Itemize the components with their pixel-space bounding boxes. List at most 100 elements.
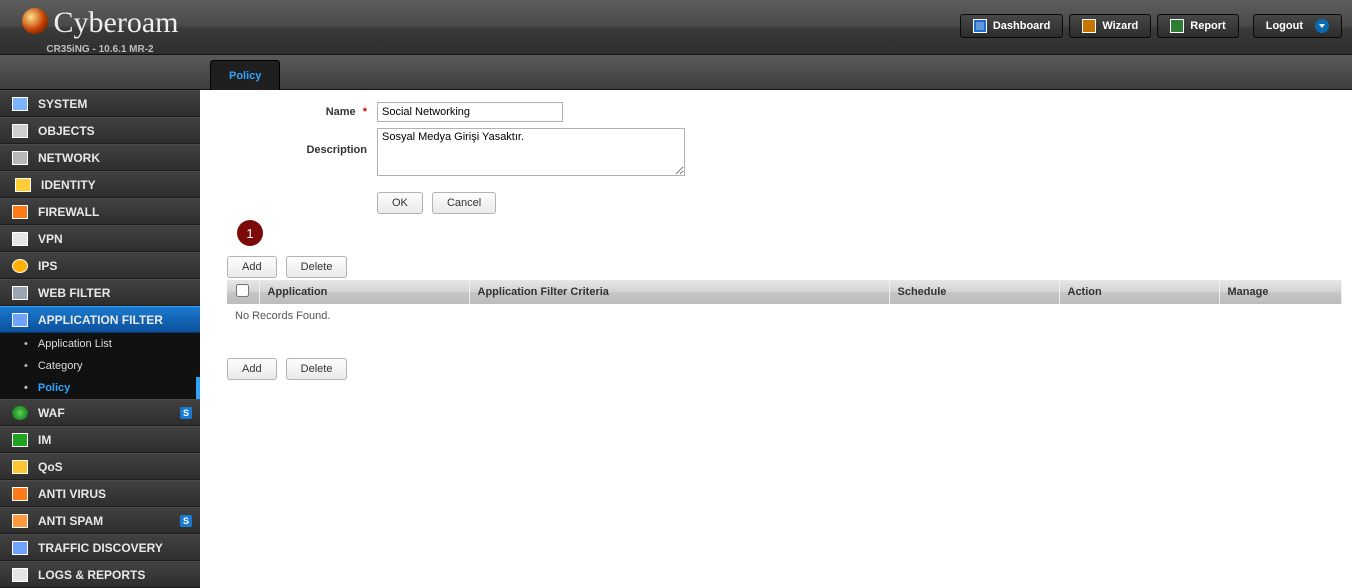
col-action[interactable]: Action <box>1059 280 1219 304</box>
callout-1: 1 <box>237 220 263 246</box>
report-button[interactable]: Report <box>1157 14 1238 38</box>
tab-strip: Policy <box>0 55 1352 90</box>
status-badge: S <box>180 515 192 527</box>
report-label: Report <box>1190 20 1225 32</box>
sub-label: Application List <box>38 338 112 350</box>
sidebar-item-webfilter[interactable]: WEB FILTER <box>0 279 200 306</box>
sub-item-category[interactable]: Category <box>0 355 200 377</box>
swirl-icon <box>22 8 48 34</box>
webfilter-icon <box>12 286 28 300</box>
sidebar-item-trafficdiscovery[interactable]: TRAFFIC DISCOVERY <box>0 534 200 561</box>
sidebar-item-objects[interactable]: OBJECTS <box>0 117 200 144</box>
records-table: Application Application Filter Criteria … <box>227 280 1342 328</box>
dashboard-label: Dashboard <box>993 20 1050 32</box>
top-bar: Cyberoam CR35iNG - 10.6.1 MR-2 Dashboard… <box>0 0 1352 55</box>
objects-icon <box>12 124 28 138</box>
sub-label: Policy <box>38 382 70 394</box>
sub-item-policy[interactable]: Policy <box>0 377 200 399</box>
sidebar-item-firewall[interactable]: FIREWALL <box>0 198 200 225</box>
main-content: Name * Description OK Cancel 1 Add Delet… <box>209 90 1352 400</box>
name-input[interactable] <box>377 102 563 122</box>
description-textarea[interactable] <box>377 128 685 176</box>
table-top-actions: Add Delete <box>227 256 1342 278</box>
ok-button[interactable]: OK <box>377 192 423 214</box>
col-select-all <box>227 280 259 304</box>
waf-icon <box>12 406 28 420</box>
sidebar-label: APPLICATION FILTER <box>38 313 163 327</box>
table-bottom-actions: Add Delete <box>227 358 1342 380</box>
col-criteria[interactable]: Application Filter Criteria <box>469 280 889 304</box>
sidebar-label: IM <box>38 433 51 447</box>
sub-item-application-list[interactable]: Application List <box>0 333 200 355</box>
appfilter-submenu: Application List Category Policy <box>0 333 200 399</box>
description-label: Description <box>227 128 377 176</box>
logout-button[interactable]: Logout <box>1253 14 1342 38</box>
sub-label: Category <box>38 360 83 372</box>
network-icon <box>12 151 28 165</box>
cancel-button[interactable]: Cancel <box>432 192 496 214</box>
wizard-button[interactable]: Wizard <box>1069 14 1151 38</box>
vpn-icon <box>12 232 28 246</box>
required-asterisk: * <box>363 106 367 118</box>
form-row-description: Description <box>227 128 1342 176</box>
form-row-name: Name * <box>227 102 1342 122</box>
col-manage[interactable]: Manage <box>1219 280 1342 304</box>
sidebar-item-antispam[interactable]: ANTI SPAM S <box>0 507 200 534</box>
im-icon <box>12 433 28 447</box>
antivirus-icon <box>12 487 28 501</box>
col-schedule[interactable]: Schedule <box>889 280 1059 304</box>
name-label: Name * <box>227 102 377 122</box>
sidebar-label: FIREWALL <box>38 205 99 219</box>
sidebar-item-waf[interactable]: WAF S <box>0 399 200 426</box>
status-badge: S <box>180 407 192 419</box>
sidebar-label: VPN <box>38 232 63 246</box>
wizard-label: Wizard <box>1102 20 1138 32</box>
sidebar-item-network[interactable]: NETWORK <box>0 144 200 171</box>
form-actions: OK Cancel <box>377 192 1342 214</box>
logout-label: Logout <box>1266 20 1303 32</box>
brand-block: Cyberoam CR35iNG - 10.6.1 MR-2 <box>0 0 200 55</box>
report-icon <box>1170 19 1184 33</box>
dashboard-button[interactable]: Dashboard <box>960 14 1063 38</box>
sidebar-label: ANTI SPAM <box>38 514 103 528</box>
trafficdiscovery-icon <box>12 541 28 555</box>
system-icon <box>12 97 28 111</box>
tab-policy[interactable]: Policy <box>210 60 280 90</box>
add-button-bottom[interactable]: Add <box>227 358 277 380</box>
name-label-text: Name <box>326 106 356 118</box>
sidebar-label: QoS <box>38 460 63 474</box>
firewall-icon <box>12 205 28 219</box>
sidebar-label: TRAFFIC DISCOVERY <box>38 541 163 555</box>
sidebar-label: IDENTITY <box>41 178 96 192</box>
sidebar-label: WAF <box>38 406 65 420</box>
sidebar-label: ANTI VIRUS <box>38 487 106 501</box>
sidebar-item-vpn[interactable]: VPN <box>0 225 200 252</box>
sidebar-item-antivirus[interactable]: ANTI VIRUS <box>0 480 200 507</box>
sidebar-item-ips[interactable]: IPS <box>0 252 200 279</box>
ips-icon <box>12 259 28 273</box>
wizard-icon <box>1082 19 1096 33</box>
sidebar-label: WEB FILTER <box>38 286 110 300</box>
qos-icon <box>12 460 28 474</box>
sidebar-label: IPS <box>38 259 57 273</box>
sidebar: SYSTEM OBJECTS NETWORK IDENTITY FIREWALL… <box>0 90 200 588</box>
col-application[interactable]: Application <box>259 280 469 304</box>
sidebar-label: OBJECTS <box>38 124 95 138</box>
chevron-down-icon <box>1315 19 1329 33</box>
sidebar-item-appfilter[interactable]: APPLICATION FILTER <box>0 306 200 333</box>
sidebar-label: LOGS & REPORTS <box>38 568 145 582</box>
sidebar-item-im[interactable]: IM <box>0 426 200 453</box>
sidebar-label: NETWORK <box>38 151 100 165</box>
sidebar-item-identity[interactable]: IDENTITY <box>0 171 200 198</box>
sidebar-item-qos[interactable]: QoS <box>0 453 200 480</box>
appfilter-icon <box>12 313 28 327</box>
select-all-checkbox[interactable] <box>236 284 249 297</box>
delete-button[interactable]: Delete <box>286 256 348 278</box>
dashboard-icon <box>973 19 987 33</box>
identity-icon <box>15 178 31 192</box>
sidebar-label: SYSTEM <box>38 97 87 111</box>
delete-button-bottom[interactable]: Delete <box>286 358 348 380</box>
brand-logo: Cyberoam <box>22 6 179 40</box>
add-button[interactable]: Add <box>227 256 277 278</box>
sidebar-item-system[interactable]: SYSTEM <box>0 90 200 117</box>
